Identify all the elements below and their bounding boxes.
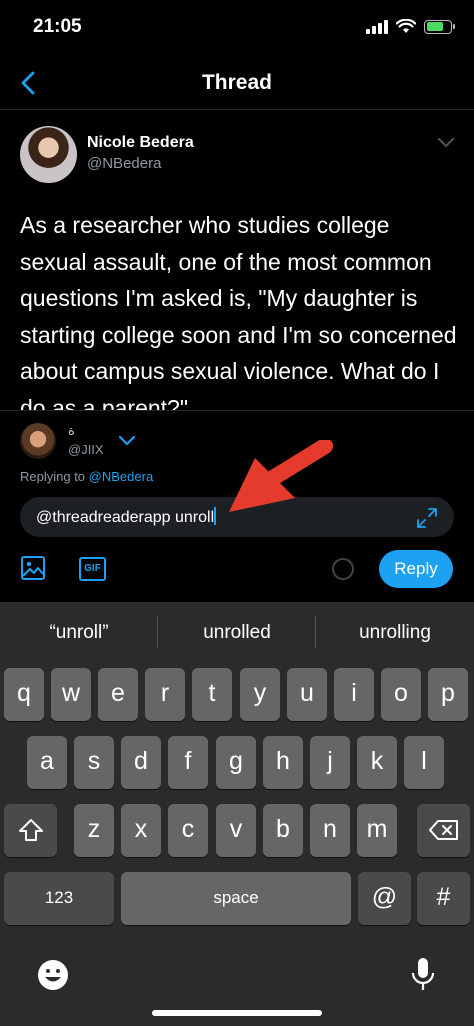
key[interactable]: o <box>381 668 421 721</box>
replying-mention[interactable]: @NBedera <box>89 469 154 484</box>
status-time: 21:05 <box>33 16 82 37</box>
key[interactable]: r <box>145 668 185 721</box>
reply-input[interactable]: @threadreaderapp unroll <box>20 497 454 537</box>
gif-button[interactable]: GIF <box>79 557 106 581</box>
tweet-text: As a researcher who studies college sexu… <box>20 212 457 410</box>
shift-icon <box>18 819 43 842</box>
key[interactable]: c <box>168 804 208 857</box>
backspace-icon <box>428 820 458 841</box>
tweet: Nicole Bedera @NBedera As a researcher w… <box>0 110 474 410</box>
microphone-icon[interactable] <box>410 956 436 994</box>
key[interactable]: d <box>121 736 161 789</box>
page-title: Thread <box>201 71 272 94</box>
key[interactable]: a <box>27 736 67 789</box>
author-handle[interactable]: @NBedera <box>87 155 161 172</box>
key[interactable]: g <box>216 736 256 789</box>
battery-icon <box>424 19 455 34</box>
key[interactable]: b <box>263 804 303 857</box>
hash-key[interactable]: # <box>417 872 470 925</box>
nav-bar: Thread <box>0 58 474 110</box>
text-caret <box>214 507 217 525</box>
replying-to: Replying to @NBedera <box>20 469 153 484</box>
space-key[interactable]: space <box>121 872 351 925</box>
user-handle: @JIIX <box>68 442 104 457</box>
reply-button[interactable]: Reply <box>379 550 453 588</box>
key[interactable]: l <box>404 736 444 789</box>
key[interactable]: t <box>192 668 232 721</box>
signal-icon <box>366 19 388 34</box>
key[interactable]: y <box>240 668 280 721</box>
key[interactable]: u <box>287 668 327 721</box>
status-bar: 21:05 <box>0 0 474 58</box>
shift-key[interactable] <box>4 804 57 857</box>
chevron-down-icon[interactable] <box>438 138 454 148</box>
character-count-icon <box>332 558 354 580</box>
emoji-icon[interactable] <box>36 958 70 992</box>
author-avatar[interactable] <box>20 126 77 183</box>
reply-composer: ة @JIIX Replying to @NBedera @threadread… <box>0 410 474 602</box>
delete-key[interactable] <box>417 804 470 857</box>
key[interactable]: v <box>216 804 256 857</box>
user-avatar <box>20 423 56 459</box>
key[interactable]: e <box>98 668 138 721</box>
key[interactable]: n <box>310 804 350 857</box>
key[interactable]: h <box>263 736 303 789</box>
key[interactable]: i <box>334 668 374 721</box>
reply-input-text: @threadreaderapp unroll <box>36 509 215 526</box>
key[interactable]: w <box>51 668 91 721</box>
replying-prefix: Replying to <box>20 469 86 484</box>
at-key[interactable]: @ <box>358 872 411 925</box>
key[interactable]: m <box>357 804 397 857</box>
account-chevron-icon[interactable] <box>119 436 135 446</box>
key[interactable]: z <box>74 804 114 857</box>
numbers-key[interactable]: 123 <box>4 872 114 925</box>
suggestion-2[interactable]: unrolled <box>158 622 316 644</box>
wifi-icon <box>396 19 416 33</box>
key[interactable]: x <box>121 804 161 857</box>
user-name: ة <box>68 423 75 438</box>
key[interactable]: p <box>428 668 468 721</box>
home-indicator <box>152 1010 322 1016</box>
key[interactable]: q <box>4 668 44 721</box>
keyboard: “unroll” unrolled unrolling q w e r t y … <box>0 602 474 1026</box>
key[interactable]: k <box>357 736 397 789</box>
expand-icon[interactable] <box>416 507 438 529</box>
suggestion-3[interactable]: unrolling <box>316 622 474 644</box>
image-icon[interactable] <box>20 555 46 581</box>
key[interactable]: f <box>168 736 208 789</box>
key[interactable]: s <box>74 736 114 789</box>
suggestion-1[interactable]: “unroll” <box>0 622 158 644</box>
key[interactable]: j <box>310 736 350 789</box>
author-name[interactable]: Nicole Bedera <box>87 134 194 152</box>
suggestion-bar: “unroll” unrolled unrolling <box>0 602 474 664</box>
status-icons <box>366 19 455 34</box>
